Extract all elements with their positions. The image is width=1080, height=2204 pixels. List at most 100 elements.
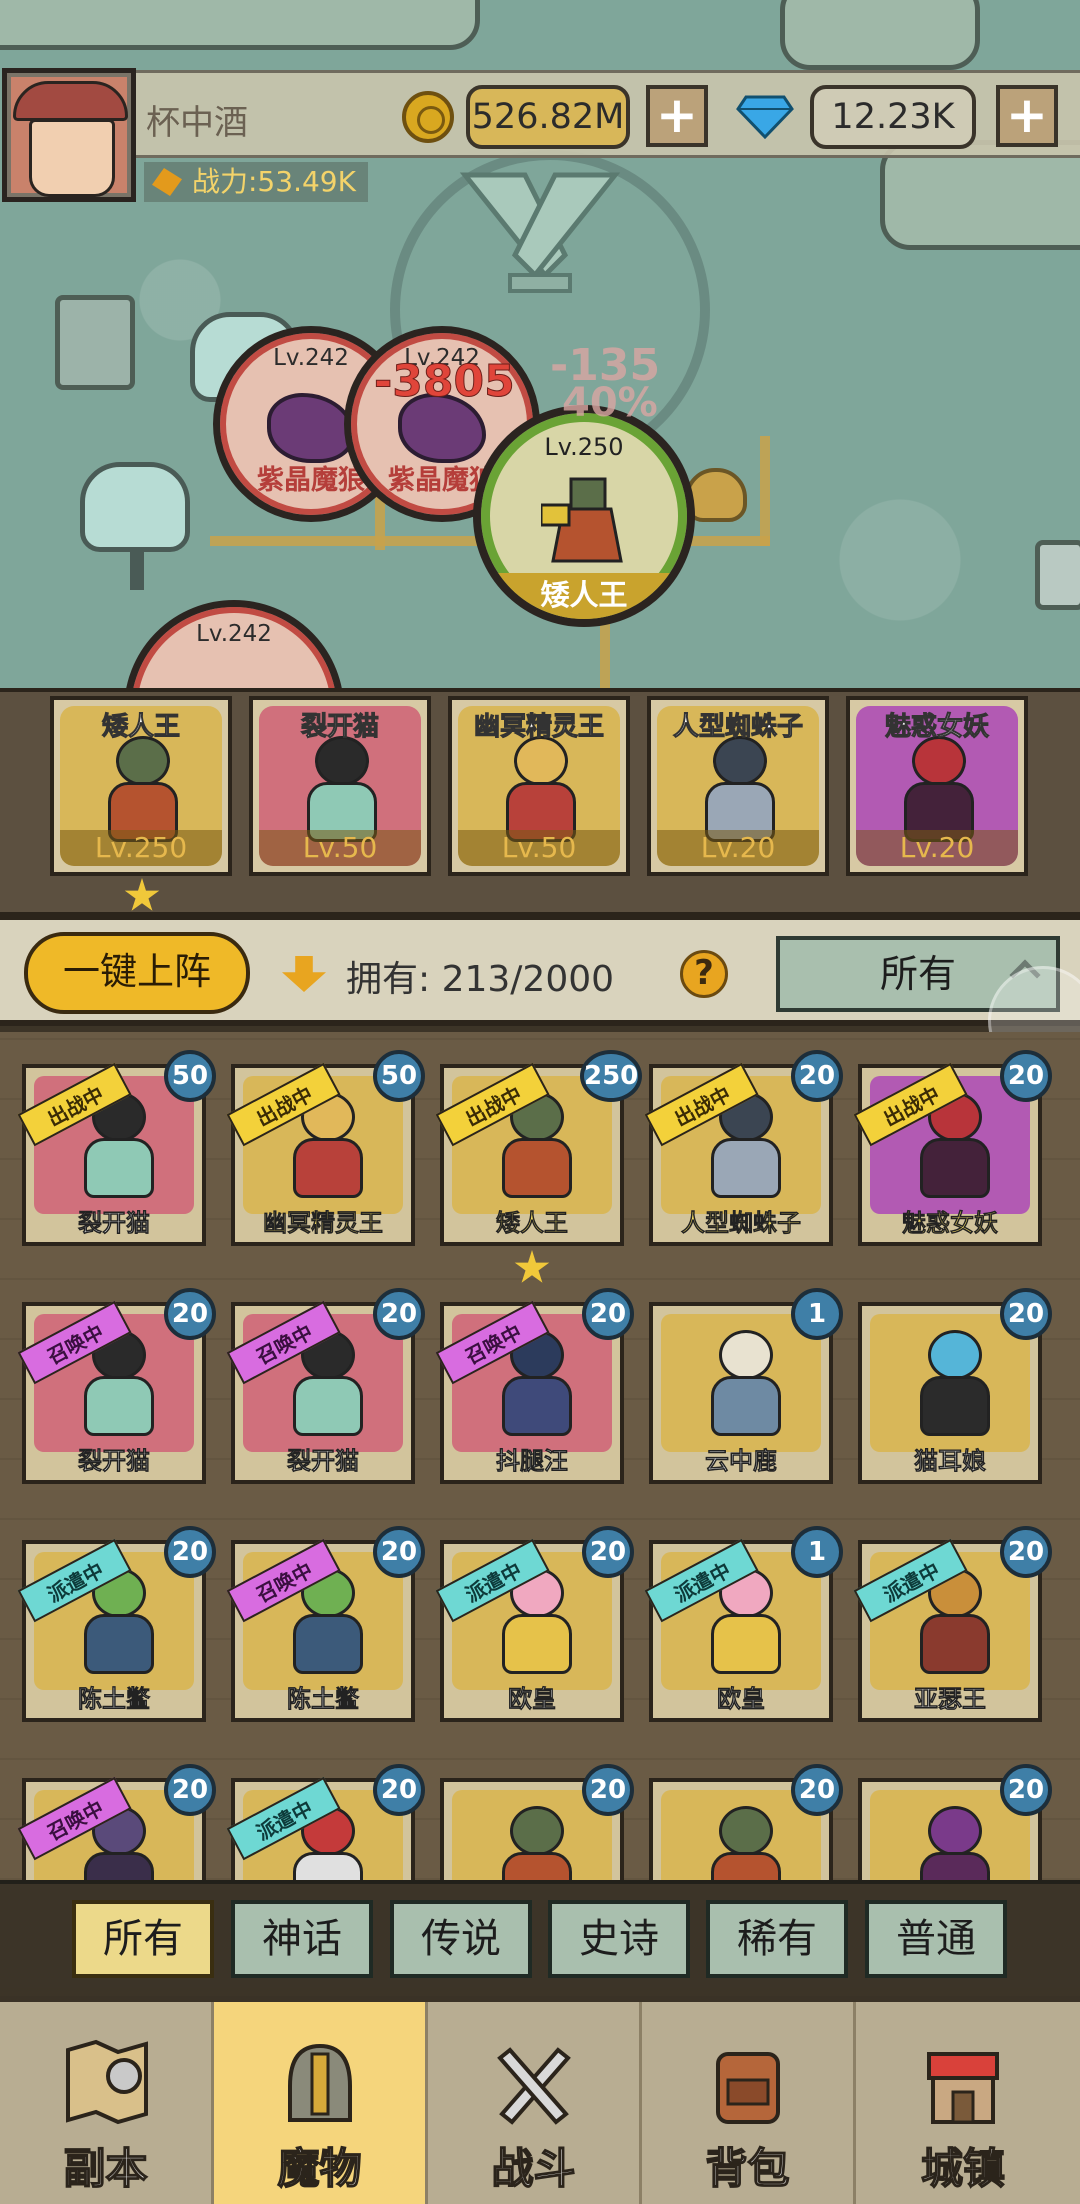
monster-card[interactable]: 1 云中鹿 xyxy=(649,1288,843,1484)
team-slot[interactable]: 人型蜘蛛子 Lv.20 xyxy=(647,696,829,876)
team-slot[interactable]: 魅惑女妖 Lv.20 xyxy=(846,696,1028,876)
monster-card[interactable]: 20 猫耳娘 xyxy=(858,1288,1052,1484)
power-icon xyxy=(152,168,182,196)
tab-all[interactable]: 所有 xyxy=(72,1900,214,1978)
monster-name: 欧皇 xyxy=(508,1685,557,1714)
monster-name: 抖腿汪 xyxy=(496,1447,569,1476)
add-gold-button[interactable]: + xyxy=(646,85,708,147)
tab-rare[interactable]: 稀有 xyxy=(706,1900,848,1978)
tab-mythic[interactable]: 神话 xyxy=(231,1900,373,1978)
monster-name: 亚瑟王 xyxy=(914,1685,987,1714)
backpack-icon xyxy=(715,2052,780,2124)
team-slot[interactable]: 矮人王 Lv.250 xyxy=(50,696,232,876)
count-badge: 20 xyxy=(373,1526,425,1578)
count-badge: 20 xyxy=(164,1764,216,1816)
gem-amount: 12.23K xyxy=(810,85,976,149)
monster-card[interactable]: 派遣中 1 欧皇 xyxy=(644,1526,843,1722)
nav-monsters[interactable]: 魔物 xyxy=(214,2002,428,2204)
monster-name: 裂开猫 xyxy=(287,1447,360,1476)
monster-card[interactable]: 出战中 250 矮人王 xyxy=(435,1050,642,1246)
leader-star-icon xyxy=(514,1250,550,1283)
count-badge: 20 xyxy=(1000,1526,1052,1578)
count-badge: 20 xyxy=(582,1288,634,1340)
monster-card[interactable]: 派遣中 20 亚瑟王 xyxy=(853,1526,1052,1722)
slot-name: 人型蜘蛛子 xyxy=(672,712,803,743)
rarity-filter-bar: 所有 神话 传说 史诗 稀有 普通 xyxy=(0,1880,1080,1988)
count-badge: 20 xyxy=(582,1764,634,1816)
character-icon xyxy=(492,736,588,844)
diamond-icon xyxy=(736,95,794,139)
nav-town[interactable]: 城镇 xyxy=(856,2002,1070,2204)
slot-name: 幽冥精灵王 xyxy=(473,712,604,743)
monster-card[interactable]: 20 xyxy=(649,1764,843,1880)
monster-card[interactable]: 出战中 20 魅惑女妖 xyxy=(853,1050,1052,1246)
count-badge: 20 xyxy=(791,1764,843,1816)
monster-name: 幽冥精灵王 xyxy=(263,1209,384,1238)
tab-legendary[interactable]: 传说 xyxy=(390,1900,532,1978)
boss-name: 矮人王 xyxy=(481,573,687,619)
boss-level: Lv.250 xyxy=(544,433,624,461)
character-icon xyxy=(691,736,787,844)
monster-card[interactable]: 召唤中 20 抖腿汪 xyxy=(435,1288,634,1484)
add-gem-button[interactable]: + xyxy=(996,85,1058,147)
monster-card[interactable]: 派遣中 20 陈土鳖 xyxy=(17,1526,216,1722)
statue xyxy=(55,295,135,390)
nav-dungeon[interactable]: 副本 xyxy=(0,2002,214,2204)
monster-card[interactable]: 召唤中 20 陈土鳖 xyxy=(226,1526,425,1722)
slot-level: Lv.50 xyxy=(458,830,620,866)
monster-card[interactable]: 出战中 50 裂开猫 xyxy=(17,1050,216,1246)
power-value: 战力:53.49K xyxy=(192,165,356,198)
count-badge: 20 xyxy=(373,1288,425,1340)
avatar-face xyxy=(29,119,115,197)
count-badge: 250 xyxy=(580,1050,642,1102)
avatar[interactable] xyxy=(2,68,136,202)
road xyxy=(760,436,770,546)
map-icon xyxy=(65,2039,148,2125)
tab-epic[interactable]: 史诗 xyxy=(548,1900,690,1978)
auto-deploy-button[interactable]: 一键上阵 xyxy=(24,932,250,1014)
monster-card[interactable]: 召唤中 20 xyxy=(17,1764,216,1880)
nav-backpack[interactable]: 背包 xyxy=(642,2002,856,2204)
monster-name: 陈土鳖 xyxy=(78,1685,151,1714)
monster-name: 猫耳娘 xyxy=(914,1447,987,1476)
team-slot[interactable]: 幽冥精灵王 Lv.50 xyxy=(448,696,630,876)
monster-name: 魅惑女妖 xyxy=(902,1209,999,1238)
count-badge: 20 xyxy=(582,1526,634,1578)
team-slot[interactable]: 裂开猫 Lv.50 xyxy=(249,696,431,876)
tab-common[interactable]: 普通 xyxy=(865,1900,1007,1978)
slot-portrait: 幽冥精灵王 Lv.50 xyxy=(458,706,620,866)
count-badge: 20 xyxy=(1000,1288,1052,1340)
slot-portrait: 矮人王 Lv.250 xyxy=(60,706,222,866)
count-badge: 20 xyxy=(1000,1050,1052,1102)
crossed-swords-icon xyxy=(496,2047,571,2125)
resource-bar: 杯中酒 526.82M + 12.23K + xyxy=(136,70,1080,158)
slot-level: Lv.20 xyxy=(657,830,819,866)
monster-card[interactable]: 召唤中 20 裂开猫 xyxy=(226,1288,425,1484)
avatar-hat xyxy=(13,81,128,121)
monster-card[interactable]: 20 xyxy=(858,1764,1052,1880)
count-badge: 20 xyxy=(164,1526,216,1578)
nav-battle[interactable]: 战斗 xyxy=(428,2002,642,2204)
monster-card[interactable]: 召唤中 20 裂开猫 xyxy=(17,1288,216,1484)
count-badge: 1 xyxy=(791,1288,843,1340)
monster-name: 人型蜘蛛子 xyxy=(681,1209,802,1238)
count-badge: 20 xyxy=(373,1764,425,1816)
slot-level: Lv.50 xyxy=(259,830,421,866)
shop-icon xyxy=(927,2052,999,2124)
boss-token[interactable]: Lv.250 矮人王 xyxy=(473,405,695,627)
damage-number: -3805 xyxy=(374,356,516,408)
monster-card[interactable]: 派遣中 20 xyxy=(226,1764,425,1880)
slot-level: Lv.20 xyxy=(856,830,1018,866)
monster-card[interactable]: 20 xyxy=(440,1764,634,1880)
monster-name: 云中鹿 xyxy=(705,1447,778,1476)
gold-coin-icon xyxy=(402,91,454,143)
help-button[interactable]: ? xyxy=(680,950,728,998)
count-badge: 20 xyxy=(791,1050,843,1102)
monster-card[interactable]: 出战中 50 幽冥精灵王 xyxy=(226,1050,425,1246)
monster-name: 矮人王 xyxy=(496,1209,569,1238)
count-badge: 20 xyxy=(164,1288,216,1340)
monster-card[interactable]: 派遣中 20 欧皇 xyxy=(435,1526,634,1722)
monster-name: 裂开猫 xyxy=(78,1447,151,1476)
monster-card[interactable]: 出战中 20 人型蜘蛛子 xyxy=(644,1050,843,1246)
roster-controls: 一键上阵 拥有: 213/2000 ? 所有 xyxy=(0,920,1080,1026)
